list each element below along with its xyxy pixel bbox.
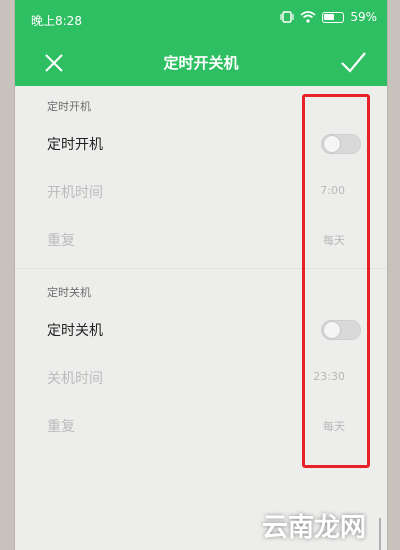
power-off-time-label: 关机时间	[47, 371, 103, 387]
battery-icon	[322, 11, 345, 23]
toolbar: 定时开关机	[15, 38, 387, 86]
scrollbar[interactable]	[379, 518, 381, 550]
power-on-repeat-label: 重复	[47, 233, 75, 249]
settings-list: 定时开机 定时开机 开机时间 7:00 重复 每天 定时关机 定时关机 关机时间…	[15, 86, 387, 550]
phone-screen: 晚上8:28 59% 定时开关机 定时开机 定时开机 开机时间 7:00 重复 …	[14, 0, 388, 550]
section-header-power-on: 定时开机	[47, 100, 91, 113]
status-icons: 59%	[280, 10, 377, 24]
power-on-time-label: 开机时间	[47, 185, 103, 201]
power-on-toggle-label: 定时开机	[47, 137, 103, 153]
status-bar: 晚上8:28 59%	[15, 0, 387, 38]
power-off-toggle-label: 定时关机	[47, 323, 103, 339]
check-icon[interactable]	[337, 46, 369, 78]
vibrate-icon	[280, 11, 294, 23]
highlight-box	[302, 94, 370, 468]
status-time: 晚上8:28	[31, 14, 82, 28]
watermark: 云南龙网	[261, 513, 366, 543]
battery-percent: 59%	[350, 10, 377, 24]
section-header-power-off: 定时关机	[47, 286, 91, 299]
wifi-icon	[300, 11, 316, 23]
page-title: 定时开关机	[163, 54, 239, 72]
power-off-repeat-label: 重复	[47, 419, 75, 435]
